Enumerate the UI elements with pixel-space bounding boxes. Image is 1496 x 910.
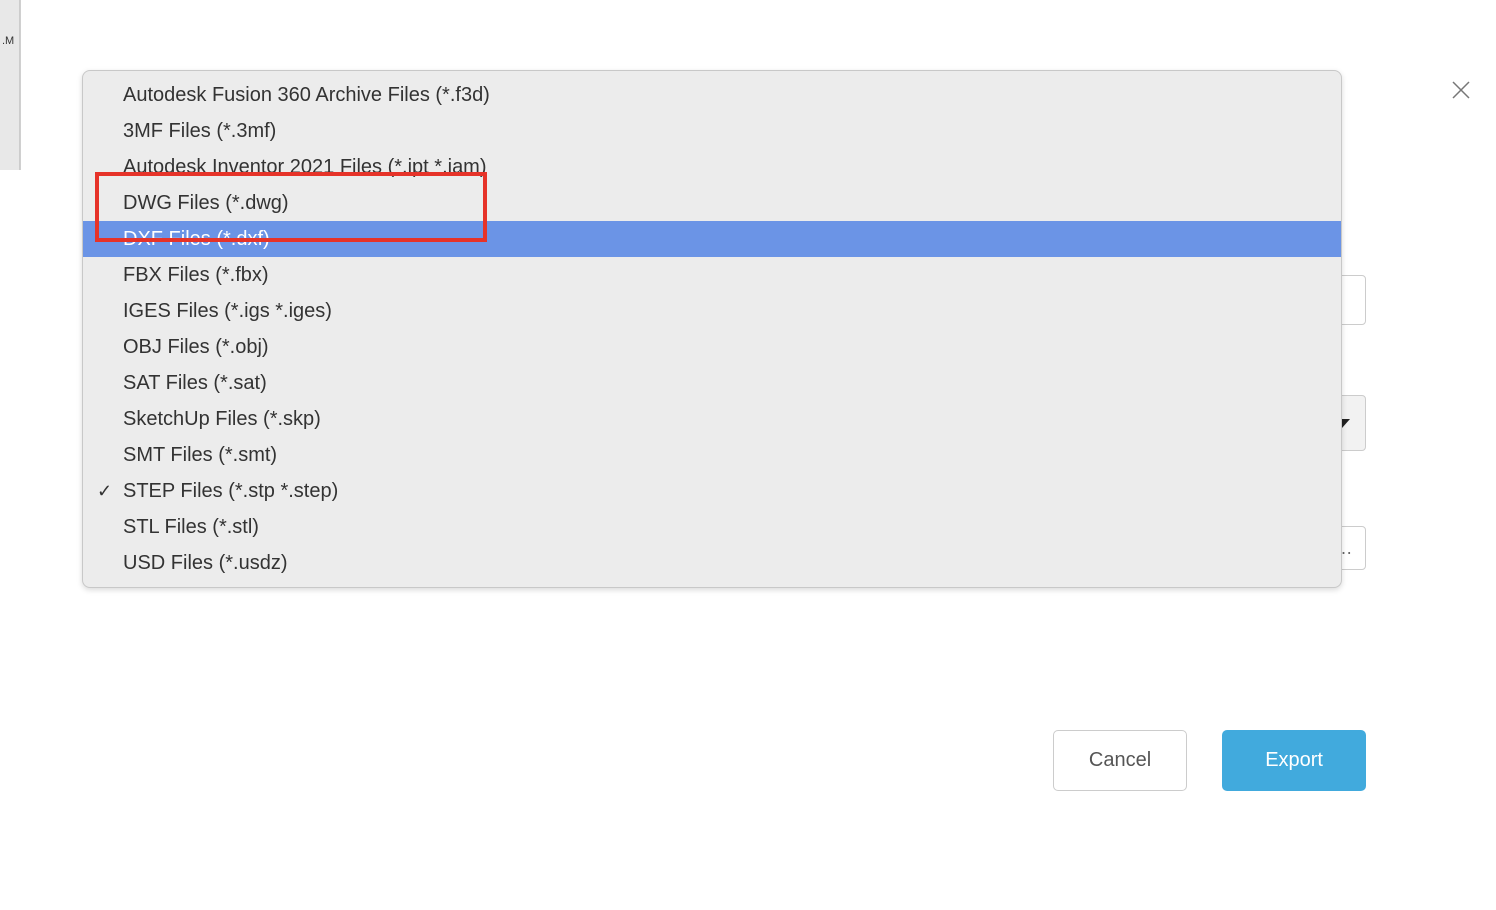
filetype-option-label: STL Files (*.stl) <box>123 516 259 538</box>
filetype-option-label: USD Files (*.usdz) <box>123 552 287 574</box>
filetype-option-label: 3MF Files (*.3mf) <box>123 120 276 142</box>
filetype-option-label: DWG Files (*.dwg) <box>123 192 289 214</box>
close-icon <box>1449 78 1473 102</box>
close-button[interactable] <box>1446 75 1476 105</box>
filetype-option[interactable]: DXF Files (*.dxf) <box>83 221 1341 257</box>
filetype-option[interactable]: Autodesk Fusion 360 Archive Files (*.f3d… <box>83 77 1341 113</box>
left-edge-panel: .M <box>0 0 20 170</box>
filetype-option[interactable]: SAT Files (*.sat) <box>83 365 1341 401</box>
filetype-option[interactable]: FBX Files (*.fbx) <box>83 257 1341 293</box>
checkmark-icon: ✓ <box>97 478 112 505</box>
filetype-option[interactable]: STL Files (*.stl) <box>83 509 1341 545</box>
filetype-option-label: Autodesk Fusion 360 Archive Files (*.f3d… <box>123 84 490 106</box>
filetype-option-label: IGES Files (*.igs *.iges) <box>123 300 332 322</box>
filetype-option-label: SMT Files (*.smt) <box>123 444 277 466</box>
filetype-option[interactable]: 3MF Files (*.3mf) <box>83 113 1341 149</box>
left-edge-label: .M <box>0 35 19 47</box>
filetype-option-label: DXF Files (*.dxf) <box>123 228 270 250</box>
filetype-option[interactable]: ✓ STEP Files (*.stp *.step) <box>83 473 1341 509</box>
filetype-option[interactable]: USD Files (*.usdz) <box>83 545 1341 581</box>
filetype-option[interactable]: DWG Files (*.dwg) <box>83 185 1341 221</box>
filetype-option[interactable]: SketchUp Files (*.skp) <box>83 401 1341 437</box>
filetype-option-label: FBX Files (*.fbx) <box>123 264 269 286</box>
filetype-option-label: SketchUp Files (*.skp) <box>123 408 321 430</box>
export-button[interactable]: Export <box>1222 730 1366 791</box>
filetype-option-label: Autodesk Inventor 2021 Files (*.ipt *.ia… <box>123 156 487 178</box>
filetype-option-label: STEP Files (*.stp *.step) <box>123 480 338 502</box>
left-separator <box>20 0 21 170</box>
filetype-dropdown-list: Autodesk Fusion 360 Archive Files (*.f3d… <box>82 70 1342 588</box>
cancel-button[interactable]: Cancel <box>1053 730 1187 791</box>
export-dialog: Autodesk Fusion 360 Archive Files (*.f3d… <box>22 0 1496 910</box>
filetype-option[interactable]: SMT Files (*.smt) <box>83 437 1341 473</box>
filetype-option[interactable]: Autodesk Inventor 2021 Files (*.ipt *.ia… <box>83 149 1341 185</box>
dialog-button-row: Cancel Export <box>1053 730 1366 791</box>
filetype-option[interactable]: IGES Files (*.igs *.iges) <box>83 293 1341 329</box>
filetype-option[interactable]: OBJ Files (*.obj) <box>83 329 1341 365</box>
filetype-option-label: OBJ Files (*.obj) <box>123 336 269 358</box>
filetype-option-label: SAT Files (*.sat) <box>123 372 267 394</box>
